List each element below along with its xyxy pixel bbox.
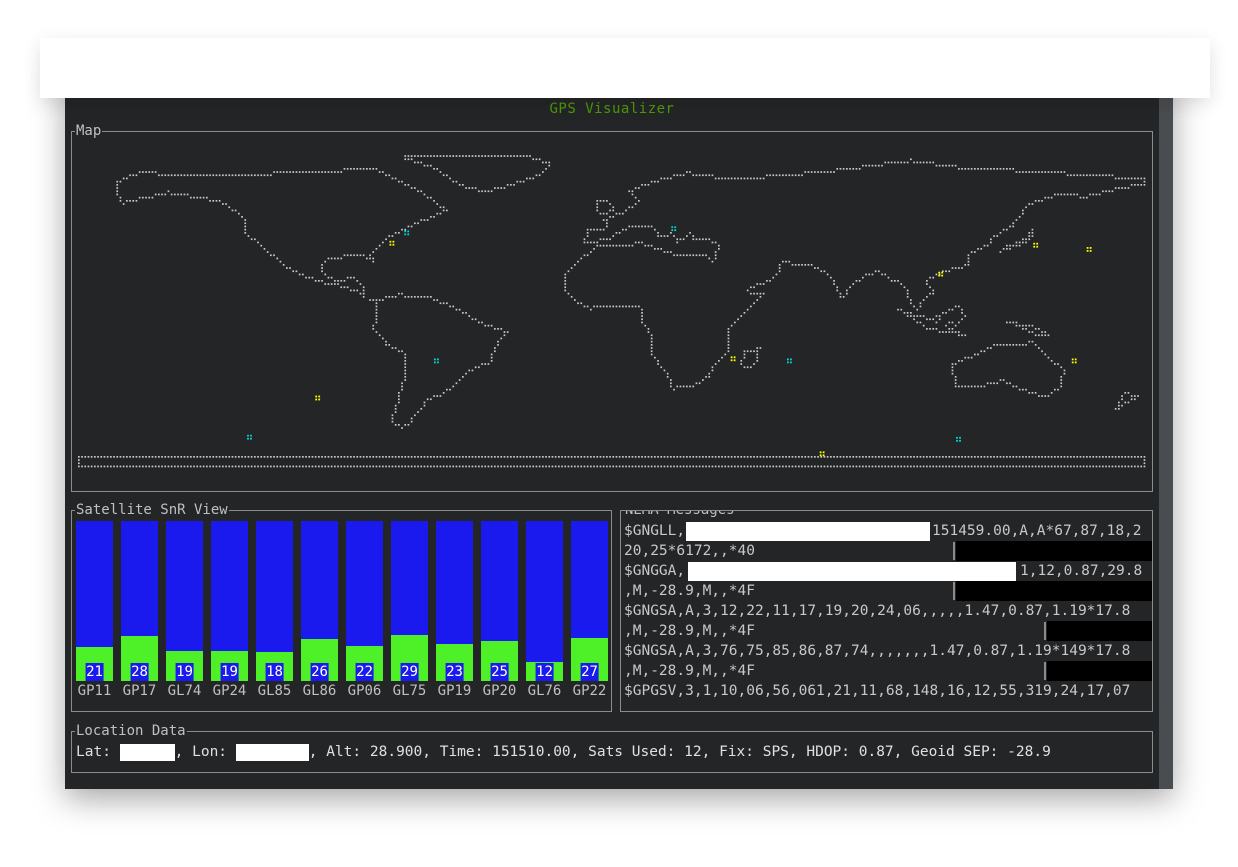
scrollbar[interactable] [1159, 60, 1173, 789]
snr-value: 27 [580, 663, 599, 681]
used-satellite-marker [730, 356, 736, 362]
redaction [956, 581, 1152, 601]
snr-value: 12 [535, 663, 554, 681]
nema-line: ,M,-28.9,M,,*4F [624, 663, 755, 679]
nema-line: $GNGLL, [624, 523, 686, 539]
snr-value: 23 [445, 663, 464, 681]
snr-bar-gp20: 25 [481, 521, 518, 681]
snr-bar-gp22: 27 [571, 521, 608, 681]
snr-label: GP11 [77, 683, 112, 699]
nema-line: ,M,-28.9,M,,*4F [624, 583, 755, 599]
lat-label: Lat: [76, 744, 120, 760]
snr-value: 19 [175, 663, 194, 681]
nema-cursor [953, 582, 955, 600]
snr-bar-gp11: 21 [76, 521, 113, 681]
snr-label: GL76 [527, 683, 562, 699]
redaction [686, 522, 930, 541]
snr-label: GP24 [212, 683, 247, 699]
location-details: , Alt: 28.900, Time: 151510.00, Sats Use… [308, 744, 1051, 760]
terminal-window: GPS Visualizer Map Satellite SnR View 21… [65, 60, 1173, 789]
visible-satellite-marker [434, 358, 439, 364]
snr-value: 28 [130, 663, 149, 681]
visible-satellite-marker [787, 358, 792, 364]
overlay-card [40, 38, 1210, 98]
nema-cursor [953, 542, 955, 560]
snr-panel-title: Satellite SnR View [75, 502, 229, 518]
nema-panel: NEMA Messages $GNGLL, 151459.00,A,A*67,8… [620, 510, 1153, 712]
snr-label: GP17 [122, 683, 157, 699]
nema-line-tail: 1,12,0.87,29.8 [1020, 563, 1143, 579]
snr-panel: Satellite SnR View 21 GP11 28 GP17 19 GL74 19 G… [71, 502, 612, 712]
used-satellite-marker [389, 240, 395, 246]
snr-value: 26 [310, 663, 329, 681]
snr-bar-gp06: 22 [346, 521, 383, 681]
snr-label: GL75 [392, 683, 427, 699]
location-panel: Location Data Lat: , Lon: , Alt: 28.900,… [71, 723, 1153, 773]
snr-label: GL86 [302, 683, 337, 699]
visible-satellite-marker [247, 434, 252, 440]
used-satellite-marker [1086, 247, 1092, 252]
lat-redaction [119, 743, 175, 761]
lon-redaction [235, 743, 309, 761]
snr-value: 25 [490, 663, 509, 681]
nema-line: $GNGGA, [624, 563, 686, 579]
snr-value: 21 [85, 663, 104, 681]
nema-line: $GNGSA,A,3,12,22,11,17,19,20,24,06,,,,,1… [624, 603, 1131, 619]
redaction [1047, 621, 1152, 641]
app-title: GPS Visualizer [549, 101, 675, 117]
nema-cursor [1044, 662, 1046, 680]
snr-value: 22 [355, 663, 374, 681]
visible-satellite-marker [404, 230, 410, 236]
used-satellite-marker [1033, 242, 1039, 248]
snr-bar-gl75: 29 [391, 521, 428, 681]
lon-label: , Lon: [174, 744, 236, 760]
snr-bar-gp17: 28 [121, 521, 158, 681]
redaction [956, 541, 1152, 561]
snr-bar-gl76: 12 [526, 521, 563, 681]
snr-bar-gl85: 18 [256, 521, 293, 681]
snr-label: GP19 [437, 683, 472, 699]
snr-label: GL74 [167, 683, 202, 699]
snr-bar-gp24: 19 [211, 521, 248, 681]
used-satellite-marker [1071, 358, 1077, 364]
used-satellite-marker [315, 395, 321, 401]
snr-label: GP20 [482, 683, 517, 699]
visible-satellite-marker [956, 436, 961, 442]
snr-bar-gp19: 23 [436, 521, 473, 681]
nema-line: 20,25*6172,,*40 [624, 543, 755, 559]
redaction [1047, 661, 1152, 681]
snr-bar-gl74: 19 [166, 521, 203, 681]
snr-label: GP22 [572, 683, 607, 699]
snr-value: 19 [220, 663, 239, 681]
location-line: Lat: , Lon: , Alt: 28.900, Time: 151510.… [76, 742, 1051, 762]
nema-line-tail: 151459.00,A,A*67,87,18,2 [932, 523, 1142, 539]
landmass-outline [78, 155, 1146, 468]
snr-value: 29 [400, 663, 419, 681]
location-panel-title: Location Data [75, 723, 187, 739]
map-panel: Map [71, 123, 1153, 492]
snr-bar-gl86: 26 [301, 521, 338, 681]
nema-line: ,M,-28.9,M,,*4F [624, 623, 755, 639]
nema-line: $GPGSV,3,1,10,06,56,061,21,11,68,148,16,… [624, 683, 1131, 699]
visible-satellite-marker [671, 226, 677, 232]
nema-panel-title: NEMA Messages [624, 511, 736, 518]
nema-line: $GNGSA,A,3,76,75,85,86,87,74,,,,,,,1.47,… [624, 643, 1131, 659]
redaction [688, 562, 1016, 581]
world-map [78, 155, 1146, 468]
snr-label: GP06 [347, 683, 382, 699]
nema-cursor [1044, 622, 1046, 640]
snr-label: GL85 [257, 683, 292, 699]
snr-value: 18 [265, 663, 284, 681]
used-satellite-marker [819, 451, 825, 457]
